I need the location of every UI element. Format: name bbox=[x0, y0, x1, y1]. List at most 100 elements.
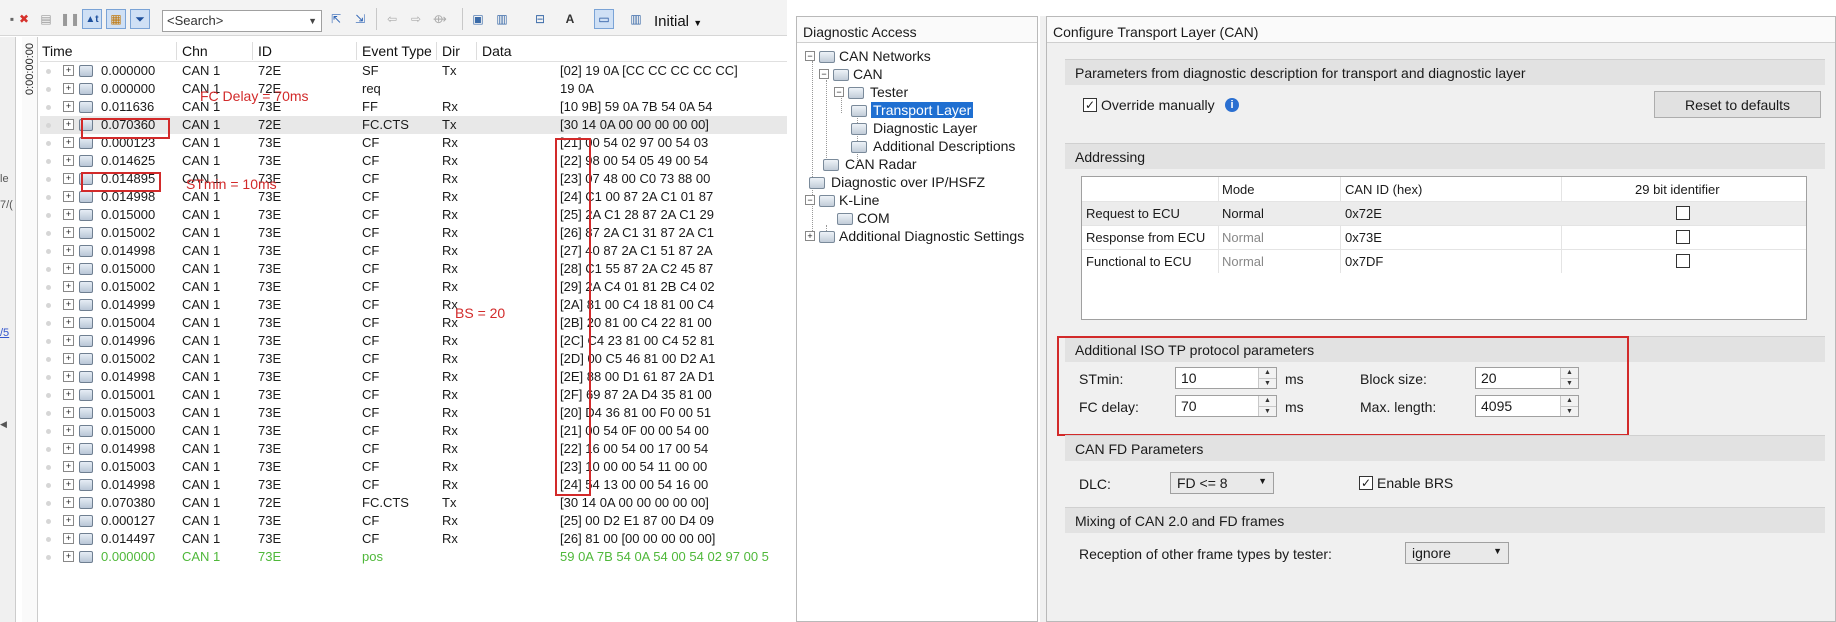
trace-row[interactable]: +0.014996 CAN 1 73E CF Rx [2C] C4 23 81 00 C4… bbox=[40, 332, 787, 350]
addr-row-canid[interactable]: 0x72E bbox=[1345, 201, 1382, 225]
expand-icon[interactable]: + bbox=[63, 551, 74, 562]
expand-icon[interactable]: + bbox=[63, 353, 74, 364]
expand-icon[interactable]: + bbox=[63, 317, 74, 328]
reception-select[interactable]: ignore ▼ bbox=[1405, 542, 1509, 564]
expand-icon[interactable]: + bbox=[63, 83, 74, 94]
column-icon[interactable]: ⊟ bbox=[530, 9, 550, 29]
expand-icon[interactable]: + bbox=[63, 479, 74, 490]
expand-icon[interactable]: + bbox=[63, 137, 74, 148]
collapse-icon[interactable]: − bbox=[805, 51, 815, 61]
trace-row[interactable]: +0.015003 CAN 1 73E CF Rx [23] 10 00 00 54 11… bbox=[40, 458, 787, 476]
expand-icon[interactable]: + bbox=[63, 155, 74, 166]
expand-icon[interactable]: + bbox=[63, 209, 74, 220]
funnel-icon[interactable]: ⏷ bbox=[130, 9, 150, 29]
layout-icon[interactable]: ▥ bbox=[626, 9, 646, 29]
trace-row[interactable]: +0.015002 CAN 1 73E CF Rx [2D] 00 C5 46 81 00… bbox=[40, 350, 787, 368]
chevron-down-icon[interactable]: ▼ bbox=[308, 11, 317, 31]
cell-chn: CAN 1 bbox=[182, 207, 221, 222]
expand-icon[interactable]: + bbox=[63, 443, 74, 454]
clear-icon[interactable]: ▤ bbox=[36, 9, 56, 29]
trace-row[interactable]: +0.000000 CAN 1 72E SF Tx [02] 19 0A [CC CC C… bbox=[40, 62, 787, 80]
expand-icon[interactable]: + bbox=[63, 65, 74, 76]
trace-row[interactable]: +0.014998 CAN 1 73E CF Rx [22] 16 00 54 00 17… bbox=[40, 440, 787, 458]
col-dir[interactable]: Dir bbox=[442, 43, 460, 59]
expand-icon[interactable]: + bbox=[63, 497, 74, 508]
expand-icon[interactable]: + bbox=[805, 231, 815, 241]
expand-icon[interactable]: + bbox=[63, 371, 74, 382]
info-icon[interactable]: i bbox=[1225, 98, 1239, 112]
col-id[interactable]: ID bbox=[258, 43, 272, 59]
collapse-icon[interactable]: − bbox=[805, 195, 815, 205]
trace-row[interactable]: +0.000000 CAN 1 73E pos 59 0A 7B 54 0A 54 00… bbox=[40, 548, 787, 566]
trace-row[interactable]: +0.014999 CAN 1 73E CF Rx [2A] 81 00 C4 18 81… bbox=[40, 296, 787, 314]
expand-icon[interactable]: + bbox=[63, 101, 74, 112]
addr-row-mode[interactable]: Normal bbox=[1222, 201, 1264, 225]
expand-icon[interactable]: + bbox=[63, 191, 74, 202]
delete-icon[interactable]: ✖ bbox=[14, 9, 34, 29]
expand-icon[interactable]: + bbox=[63, 515, 74, 526]
expand-icon[interactable]: + bbox=[63, 227, 74, 238]
trace-row[interactable]: +0.000127 CAN 1 73E CF Rx [25] 00 D2 E1 87 00… bbox=[40, 512, 787, 530]
search-input[interactable]: <Search> ▼ bbox=[162, 10, 322, 32]
window-menu-icon[interactable]: ▥ bbox=[492, 9, 512, 29]
trace-row[interactable]: +0.015003 CAN 1 73E CF Rx [20] D4 36 81 00 F0… bbox=[40, 404, 787, 422]
expand-icon[interactable]: + bbox=[63, 173, 74, 184]
addr-row-ext-checkbox[interactable] bbox=[1676, 254, 1690, 268]
reset-defaults-button[interactable]: Reset to defaults bbox=[1654, 91, 1821, 118]
trace-row[interactable]: +0.015000 CAN 1 73E CF Rx [21] 00 54 0F 00 00… bbox=[40, 422, 787, 440]
expand-icon[interactable]: + bbox=[63, 425, 74, 436]
find-next-icon[interactable]: ⇲ bbox=[350, 9, 370, 29]
expand-icon[interactable]: + bbox=[63, 119, 74, 130]
addr-row-canid[interactable]: 0x73E bbox=[1345, 225, 1382, 249]
filter-icon[interactable]: ▦ bbox=[106, 9, 126, 29]
expand-icon[interactable]: + bbox=[63, 245, 74, 256]
view-icon[interactable]: ▭ bbox=[594, 9, 614, 29]
trace-row[interactable]: +0.014998 CAN 1 73E CF Rx [24] 54 13 00 00 54… bbox=[40, 476, 787, 494]
trace-row[interactable]: +0.014998 CAN 1 73E CF Rx [2E] 88 00 D1 61 87… bbox=[40, 368, 787, 386]
expand-icon[interactable]: + bbox=[63, 335, 74, 346]
expand-icon[interactable]: + bbox=[63, 461, 74, 472]
window-icon[interactable]: ▣ bbox=[468, 9, 488, 29]
trace-row[interactable]: +0.014998 CAN 1 73E CF Rx [27] 40 87 2A C1 51… bbox=[40, 242, 787, 260]
autoscroll-icon[interactable]: ▲t bbox=[82, 9, 102, 29]
trace-row[interactable]: +0.015000 CAN 1 73E CF Rx [25] 2A C1 28 87 2A… bbox=[40, 206, 787, 224]
find-prev-icon[interactable]: ⇱ bbox=[326, 9, 346, 29]
dlc-select[interactable]: FD <= 8 ▼ bbox=[1170, 472, 1274, 494]
expand-icon[interactable]: + bbox=[63, 389, 74, 400]
expand-icon[interactable]: + bbox=[63, 407, 74, 418]
trace-row[interactable]: +0.015002 CAN 1 73E CF Rx [26] 87 2A C1 31 87… bbox=[40, 224, 787, 242]
trace-row[interactable]: +0.011636 CAN 1 73E FF Rx [10 9B] 59 0A 7B 54… bbox=[40, 98, 787, 116]
enable-brs-checkbox[interactable]: ✓ bbox=[1359, 476, 1373, 490]
col-time[interactable]: Time bbox=[42, 43, 73, 59]
expand-icon[interactable]: + bbox=[63, 299, 74, 310]
addr-row-ext-checkbox[interactable] bbox=[1676, 206, 1690, 220]
trace-row[interactable]: +0.014625 CAN 1 73E CF Rx [22] 98 00 54 05 49… bbox=[40, 152, 787, 170]
expand-icon[interactable]: + bbox=[63, 281, 74, 292]
back-icon[interactable]: ⇦ bbox=[382, 9, 402, 29]
expand-icon[interactable]: + bbox=[63, 533, 74, 544]
forward-icon[interactable]: ⇨ bbox=[406, 9, 426, 29]
connect-icon[interactable]: ⟴ bbox=[430, 9, 450, 29]
col-data[interactable]: Data bbox=[482, 43, 512, 59]
trace-row[interactable]: +0.070380 CAN 1 72E FC.CTS Tx [30 14 0A 00 00… bbox=[40, 494, 787, 512]
font-icon[interactable]: A bbox=[560, 9, 580, 29]
layout-selector[interactable]: Initial ▼ bbox=[654, 13, 702, 30]
trace-row[interactable]: +0.015000 CAN 1 73E CF Rx [28] C1 55 87 2A C2… bbox=[40, 260, 787, 278]
expand-icon[interactable]: + bbox=[63, 263, 74, 274]
override-checkbox[interactable]: ✓ bbox=[1083, 98, 1097, 112]
strip-link[interactable]: /5 bbox=[0, 327, 9, 339]
cell-event: CF bbox=[362, 135, 380, 150]
trace-row[interactable]: +0.015002 CAN 1 73E CF Rx [29] 2A C4 01 81 2B… bbox=[40, 278, 787, 296]
collapse-icon[interactable]: − bbox=[819, 69, 829, 79]
trace-row[interactable]: +0.000000 CAN 1 72E req 19 0A bbox=[40, 80, 787, 98]
pause-icon[interactable]: ❚❚ bbox=[60, 9, 80, 29]
trace-row[interactable]: +0.014497 CAN 1 73E CF Rx [26] 81 00 [00 00 0… bbox=[40, 530, 787, 548]
trace-row[interactable]: +0.015001 CAN 1 73E CF Rx [2F] 69 87 2A D4 35… bbox=[40, 386, 787, 404]
addr-row-canid[interactable]: 0x7DF bbox=[1345, 249, 1383, 273]
addr-row-ext-checkbox[interactable] bbox=[1676, 230, 1690, 244]
collapse-icon[interactable]: − bbox=[834, 87, 844, 97]
col-chn[interactable]: Chn bbox=[182, 43, 208, 59]
col-event-type[interactable]: Event Type bbox=[362, 43, 432, 59]
scroll-left-icon[interactable]: ◀ bbox=[0, 419, 7, 430]
trace-row[interactable]: +0.015004 CAN 1 73E CF Rx [2B] 20 81 00 C4 22… bbox=[40, 314, 787, 332]
